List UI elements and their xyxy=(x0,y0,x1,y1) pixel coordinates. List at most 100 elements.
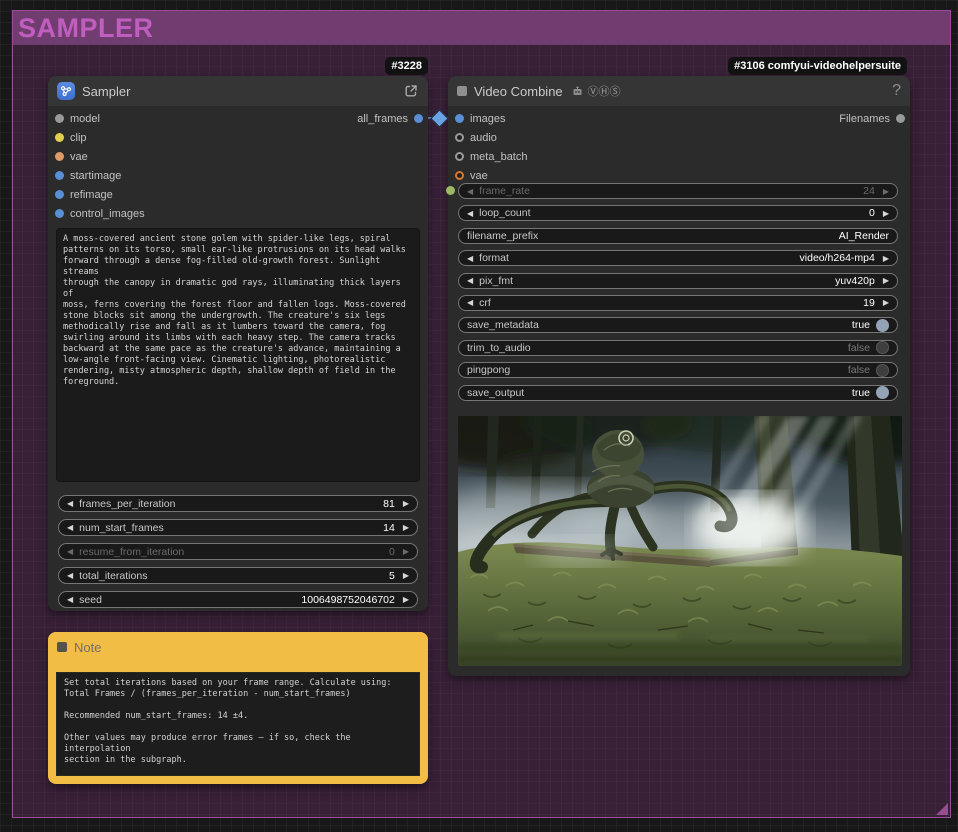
port-dot-vae[interactable] xyxy=(55,152,64,161)
widget-label: num_start_frames xyxy=(79,521,164,534)
port-label: refimage xyxy=(70,188,113,201)
increment-arrow-icon[interactable]: ▶ xyxy=(403,595,409,604)
increment-arrow-icon[interactable]: ▶ xyxy=(883,276,889,285)
port-label: all_frames xyxy=(357,112,408,125)
output-port-filenames: Filenames xyxy=(839,109,905,128)
decrement-arrow-icon[interactable]: ◀ xyxy=(67,547,73,556)
video-preview[interactable] xyxy=(458,416,902,666)
decrement-arrow-icon[interactable]: ◀ xyxy=(67,499,73,508)
port-dot-images[interactable] xyxy=(455,114,464,123)
decrement-arrow-icon[interactable]: ◀ xyxy=(467,298,473,307)
widget-label: format xyxy=(479,252,509,265)
note-node-header[interactable]: Note xyxy=(48,632,428,662)
widget-value: yuv420p xyxy=(835,274,875,287)
decrement-arrow-icon[interactable]: ◀ xyxy=(67,595,73,604)
port-label: vae xyxy=(470,169,488,182)
port-dot-control-images[interactable] xyxy=(55,209,64,218)
input-port-meta-batch: meta_batch xyxy=(448,147,910,166)
widget-value: 14 xyxy=(383,521,395,534)
video-combine-node: Video Combine ⓋⒽⓈ ? images audio meta_ba… xyxy=(446,76,910,676)
widget-loop-count[interactable]: ◀ loop_count 0 ▶ xyxy=(458,205,898,222)
port-dot-filenames[interactable] xyxy=(896,114,905,123)
port-dot-startimage[interactable] xyxy=(55,171,64,180)
vhs-robot-icon xyxy=(571,85,584,98)
prompt-text-widget[interactable]: A moss-covered ancient stone golem with … xyxy=(56,228,420,482)
sampler-node-header[interactable]: Sampler xyxy=(48,76,428,106)
widget-value: 1006498752046702 xyxy=(301,593,395,606)
input-port-control-images: control_images xyxy=(48,204,428,223)
port-dot-clip[interactable] xyxy=(55,133,64,142)
widget-frames-per-iteration[interactable]: ◀ frames_per_iteration 81 ▶ xyxy=(58,495,418,512)
widget-filename-prefix[interactable]: filename_prefix AI_Render xyxy=(458,227,898,244)
widget-label: resume_from_iteration xyxy=(79,545,185,558)
decrement-arrow-icon[interactable]: ◀ xyxy=(467,209,473,218)
widget-label: filename_prefix xyxy=(467,229,539,242)
decrement-arrow-icon[interactable]: ◀ xyxy=(467,254,473,263)
increment-arrow-icon[interactable]: ▶ xyxy=(883,187,889,196)
toggle-knob[interactable] xyxy=(876,318,889,332)
widget-value: 19 xyxy=(863,296,875,309)
toggle-knob[interactable] xyxy=(876,341,889,355)
port-label: audio xyxy=(470,131,497,144)
port-dot-model[interactable] xyxy=(55,114,64,123)
input-port-refimage: refimage xyxy=(48,185,428,204)
increment-arrow-icon[interactable]: ▶ xyxy=(403,547,409,556)
video-preview-image xyxy=(458,416,902,666)
help-question-icon[interactable]: ? xyxy=(892,82,901,100)
video-combine-widgets: ◀ frame_rate 24 ▶ ◀ loop_count 0 ▶ filen… xyxy=(458,183,898,407)
input-port-clip: clip xyxy=(48,128,428,147)
toggle-knob[interactable] xyxy=(876,363,889,377)
port-label: model xyxy=(70,112,100,125)
widget-save-metadata[interactable]: save_metadata true xyxy=(458,317,898,334)
group-header[interactable]: SAMPLER xyxy=(13,11,950,45)
port-dot-audio[interactable] xyxy=(455,133,464,142)
widget-label: total_iterations xyxy=(79,569,148,582)
video-combine-node-header[interactable]: Video Combine ⓋⒽⓈ ? xyxy=(448,76,910,106)
widget-resume-from-iteration[interactable]: ◀ resume_from_iteration 0 ▶ xyxy=(58,543,418,560)
port-dot-all-frames[interactable] xyxy=(414,114,423,123)
widget-value: false xyxy=(847,364,870,377)
widget-crf[interactable]: ◀ crf 19 ▶ xyxy=(458,294,898,311)
expand-subgraph-icon[interactable] xyxy=(403,83,419,99)
increment-arrow-icon[interactable]: ▶ xyxy=(403,571,409,580)
input-port-audio: audio xyxy=(448,128,910,147)
decrement-arrow-icon[interactable]: ◀ xyxy=(467,187,473,196)
port-dot-refimage[interactable] xyxy=(55,190,64,199)
widget-total-iterations[interactable]: ◀ total_iterations 5 ▶ xyxy=(58,567,418,584)
decrement-arrow-icon[interactable]: ◀ xyxy=(67,523,73,532)
widget-num-start-frames[interactable]: ◀ num_start_frames 14 ▶ xyxy=(58,519,418,536)
video-combine-node-id-badge: #3106 comfyui-videohelpersuite xyxy=(728,57,907,75)
widget-value: 0 xyxy=(389,545,395,558)
widget-trim-to-audio[interactable]: trim_to_audio false xyxy=(458,339,898,356)
collapse-box-icon[interactable] xyxy=(57,642,67,652)
increment-arrow-icon[interactable]: ▶ xyxy=(883,254,889,263)
widget-label: save_output xyxy=(467,386,525,399)
widget-pingpong[interactable]: pingpong false xyxy=(458,362,898,379)
widget-pix-fmt[interactable]: ◀ pix_fmt yuv420p ▶ xyxy=(458,272,898,289)
toggle-knob[interactable] xyxy=(876,386,889,400)
widget-save-output[interactable]: save_output true xyxy=(458,384,898,401)
increment-arrow-icon[interactable]: ▶ xyxy=(403,499,409,508)
collapse-box-icon[interactable] xyxy=(457,86,467,96)
widget-seed[interactable]: ◀ seed 1006498752046702 ▶ xyxy=(58,591,418,608)
widget-label: frame_rate xyxy=(479,185,530,197)
decrement-arrow-icon[interactable]: ◀ xyxy=(67,571,73,580)
port-dot-frame-rate-input[interactable] xyxy=(446,186,455,195)
subgraph-icon xyxy=(57,82,75,100)
port-label: meta_batch xyxy=(470,150,528,163)
port-dot-vae[interactable] xyxy=(455,171,464,180)
increment-arrow-icon[interactable]: ▶ xyxy=(883,209,889,218)
increment-arrow-icon[interactable]: ▶ xyxy=(403,523,409,532)
group-resize-handle[interactable] xyxy=(936,803,948,815)
note-node-title: Note xyxy=(74,639,102,655)
group-title: SAMPLER xyxy=(18,13,154,43)
widget-frame-rate[interactable]: ◀ frame_rate 24 ▶ xyxy=(458,183,898,199)
increment-arrow-icon[interactable]: ▶ xyxy=(883,298,889,307)
port-dot-meta-batch[interactable] xyxy=(455,152,464,161)
note-text-widget[interactable]: Set total iterations based on your frame… xyxy=(56,672,420,776)
widget-format[interactable]: ◀ format video/h264-mp4 ▶ xyxy=(458,250,898,267)
widget-label: frames_per_iteration xyxy=(79,497,176,510)
widget-label: trim_to_audio xyxy=(467,341,531,354)
port-label: startimage xyxy=(70,169,122,182)
decrement-arrow-icon[interactable]: ◀ xyxy=(467,276,473,285)
